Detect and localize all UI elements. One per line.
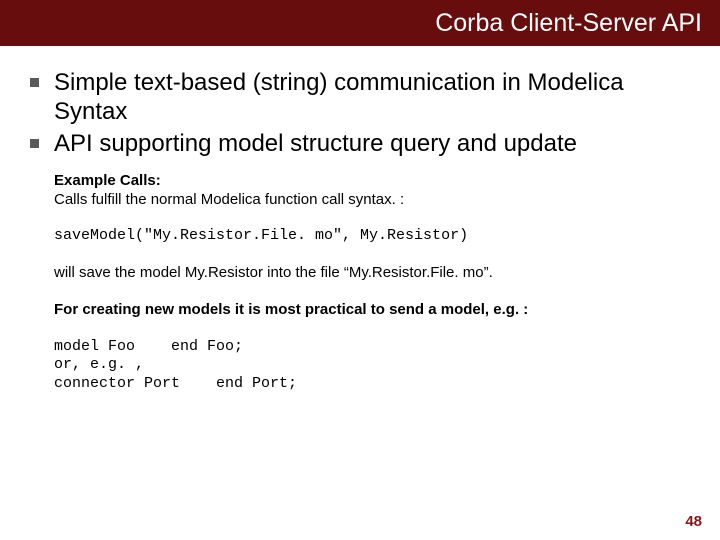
example-label: Example Calls: xyxy=(54,172,161,189)
example-section: Example Calls: Calls fulfill the normal … xyxy=(54,172,692,394)
example-heading: Example Calls: Calls fulfill the normal … xyxy=(54,172,692,210)
body-area: Simple text-based (string) communication… xyxy=(0,46,720,394)
page-number: 48 xyxy=(685,513,702,530)
code-block-model: model Foo end Foo; or, e.g. , connector … xyxy=(54,338,692,394)
create-note: For creating new models it is most pract… xyxy=(54,301,692,320)
code-block-save: saveModel("My.Resistor.File. mo", My.Res… xyxy=(54,227,692,246)
bullet-item: API supporting model structure query and… xyxy=(28,129,692,158)
bullet-item: Simple text-based (string) communication… xyxy=(28,68,692,127)
example-desc: Calls fulfill the normal Modelica functi… xyxy=(54,191,404,208)
slide: Corba Client-Server API Simple text-base… xyxy=(0,0,720,540)
slide-title: Corba Client-Server API xyxy=(435,9,702,38)
bullet-list: Simple text-based (string) communication… xyxy=(28,68,692,158)
save-note: will save the model My.Resistor into the… xyxy=(54,264,692,283)
title-bar: Corba Client-Server API xyxy=(0,0,720,46)
